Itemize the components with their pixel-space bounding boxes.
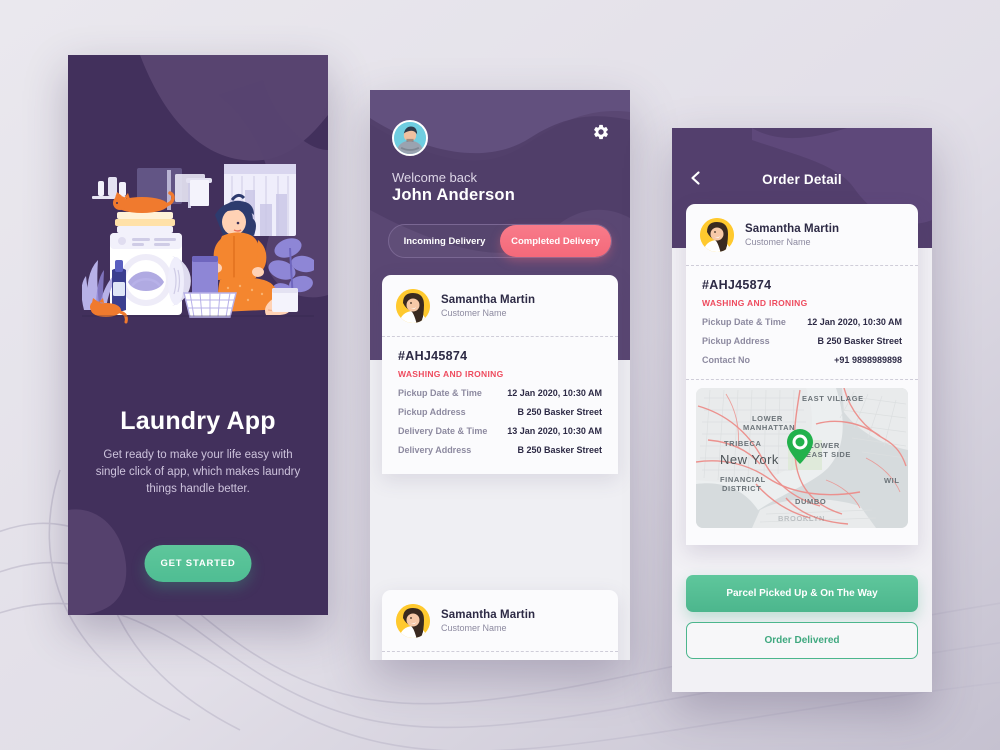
row-value: B 250 Basker Street <box>517 407 602 417</box>
page-title: Order Detail <box>762 172 842 187</box>
order-card-customer: Samantha Martin Customer Name <box>382 590 618 651</box>
map-image: EAST VILLAGE LOWER MANHATTAN TRIBECA New… <box>696 388 908 528</box>
svg-text:DISTRICT: DISTRICT <box>722 484 761 493</box>
svg-text:EAST VILLAGE: EAST VILLAGE <box>802 394 864 403</box>
order-detail-card: Samantha Martin Customer Name #AHJ45874 … <box>686 204 918 545</box>
customer-role: Customer Name <box>745 237 811 247</box>
order-detail-row: Pickup Address B 250 Basker Street <box>702 336 902 346</box>
order-service-type: WASHING AND IRONING <box>702 298 808 308</box>
order-detail-row: Pickup Date & Time 12 Jan 2020, 10:30 AM <box>398 388 602 398</box>
row-key: Pickup Address <box>702 336 770 346</box>
order-detail-row: Delivery Date & Time 13 Jan 2020, 10:30 … <box>398 426 602 436</box>
parcel-picked-up-button[interactable]: Parcel Picked Up & On The Way <box>686 575 918 612</box>
onboarding-subtitle: Get ready to make your life easy with si… <box>95 449 301 495</box>
order-card[interactable]: Samantha Martin Customer Name #AHJ45874 … <box>382 275 618 474</box>
order-card-customer: Samantha Martin Customer Name <box>382 275 618 336</box>
avatar-image <box>700 218 734 252</box>
order-id: #AHJ45874 <box>702 278 772 292</box>
row-value: +91 9898989898 <box>834 355 902 365</box>
row-key: Delivery Date & Time <box>398 426 488 436</box>
receipt-torn-edge <box>382 465 618 474</box>
order-delivered-button[interactable]: Order Delivered <box>686 622 918 659</box>
svg-text:DUMBO: DUMBO <box>795 497 826 506</box>
receipt-torn-edge <box>686 536 918 545</box>
row-key: Pickup Address <box>398 407 466 417</box>
svg-text:LOWER: LOWER <box>809 441 840 450</box>
row-value: B 250 Basker Street <box>817 336 902 346</box>
customer-avatar <box>396 604 430 638</box>
svg-text:LOWER: LOWER <box>752 414 783 423</box>
screen-home-deliveries: Welcome back John Anderson Incoming Deli… <box>370 90 630 660</box>
order-card[interactable]: Samantha Martin Customer Name #AHJ45874 … <box>382 590 618 660</box>
avatar-image <box>394 122 426 154</box>
order-card-body: #AHJ45874 WASHING AND IRONING Pickup Dat… <box>382 337 618 465</box>
order-detail-row: Pickup Address B 250 Basker Street <box>398 407 602 417</box>
order-card-body: #AHJ45874 WASHING AND IRONING Pickup Dat… <box>382 652 618 660</box>
page-title: Laundry App <box>120 407 276 435</box>
welcome-text: Welcome back <box>392 170 478 185</box>
row-value: 12 Jan 2020, 10:30 AM <box>507 388 602 398</box>
row-value: B 250 Basker Street <box>517 445 602 455</box>
customer-avatar <box>700 218 734 252</box>
order-service-type: WASHING AND IRONING <box>398 369 504 379</box>
svg-text:New York: New York <box>720 452 779 467</box>
svg-text:WIL: WIL <box>884 476 900 485</box>
customer-role: Customer Name <box>441 623 507 633</box>
row-key: Pickup Date & Time <box>398 388 482 398</box>
screen-order-detail: Order Detail Samantha Martin Customer Na… <box>672 128 932 692</box>
order-detail-customer: Samantha Martin Customer Name <box>686 204 918 265</box>
order-detail-body: #AHJ45874 WASHING AND IRONING Pickup Dat… <box>686 266 918 375</box>
order-id: #AHJ45874 <box>398 349 468 363</box>
svg-text:EAST SIDE: EAST SIDE <box>806 450 851 459</box>
tab-incoming-delivery[interactable]: Incoming Delivery <box>389 225 500 257</box>
svg-text:BROOKLYN: BROOKLYN <box>778 514 825 523</box>
row-key: Pickup Date & Time <box>702 317 786 327</box>
screen-onboarding: Laundry App Get ready to make your life … <box>68 55 328 615</box>
customer-name: Samantha Martin <box>441 609 536 621</box>
order-detail-row: Delivery Address B 250 Basker Street <box>398 445 602 455</box>
get-started-button[interactable]: GET STARTED <box>144 545 252 582</box>
tab-completed-delivery[interactable]: Completed Delivery <box>500 225 611 257</box>
customer-avatar <box>396 289 430 323</box>
row-value: 13 Jan 2020, 10:30 AM <box>507 426 602 436</box>
order-detail-row: Contact No +91 9898989898 <box>702 355 902 365</box>
user-avatar[interactable] <box>392 120 428 156</box>
avatar-image <box>396 289 430 323</box>
svg-text:MANHATTAN: MANHATTAN <box>743 423 795 432</box>
row-key: Delivery Address <box>398 445 472 455</box>
gear-icon[interactable] <box>592 123 610 141</box>
row-value: 12 Jan 2020, 10:30 AM <box>807 317 902 327</box>
row-key: Contact No <box>702 355 750 365</box>
delivery-tabs: Incoming Delivery Completed Delivery <box>388 224 612 258</box>
customer-name: Samantha Martin <box>441 294 536 306</box>
delivery-map[interactable]: EAST VILLAGE LOWER MANHATTAN TRIBECA New… <box>696 388 908 528</box>
divider <box>686 379 918 380</box>
customer-name: Samantha Martin <box>745 223 840 235</box>
user-name: John Anderson <box>392 186 515 204</box>
order-detail-row: Pickup Date & Time 12 Jan 2020, 10:30 AM <box>702 317 902 327</box>
laundry-illustration <box>82 164 314 324</box>
svg-text:FINANCIAL: FINANCIAL <box>720 475 766 484</box>
customer-role: Customer Name <box>441 308 507 318</box>
svg-text:TRIBECA: TRIBECA <box>724 439 762 448</box>
avatar-image <box>396 604 430 638</box>
